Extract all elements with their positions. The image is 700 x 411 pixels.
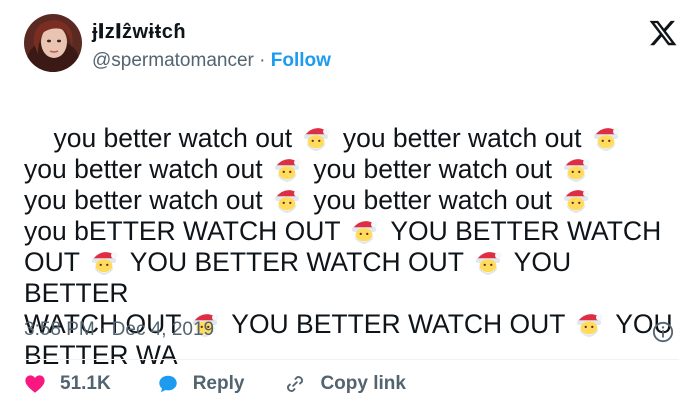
reply-button[interactable]: Reply [157,373,245,395]
santa-emoji-icon [91,252,118,276]
tweet-text: you better watch out you better watch ou… [24,92,680,402]
tweet-meta: 3:58 PM · Dec 4, 2019 [24,318,214,342]
tweet-segment: you bETTER WATCH OUT [24,216,341,246]
santa-emoji-icon [274,159,301,183]
tweet-segment: you better watch out [335,123,589,153]
tweet-time[interactable]: 3:58 PM [24,319,95,340]
heart-icon [25,375,45,393]
tweet-card: ɉ𝐈z𝐈ẑwɨŧcɦ @spermatomancer · Follow you … [0,0,700,411]
link-icon [287,376,304,392]
tweet-segment: you better watch out [24,185,263,215]
tweet-segment: you better watch out [306,185,560,215]
author-display-name[interactable]: ɉ𝐈z𝐈ẑwɨŧcɦ [92,19,186,45]
tweet-segment: you better watch out [53,123,300,153]
santa-emoji-icon [577,314,603,338]
avatar-image [24,14,82,72]
author-handle-row: @spermatomancer · Follow [92,49,331,73]
action-bar: 51.1K Reply Copy link [24,370,406,398]
santa-emoji-icon [475,252,502,276]
info-icon[interactable] [652,321,674,343]
tweet-segment: you better watch out [24,154,263,184]
santa-emoji-icon [274,190,301,214]
tweet-segment: you better watch out [306,154,560,184]
like-count: 51.1K [60,373,111,394]
copy-link-label: Copy link [320,373,406,394]
author-handle[interactable]: @spermatomancer [92,50,254,71]
reply-label: Reply [192,373,245,394]
santa-emoji-icon [352,221,379,245]
follow-button[interactable]: Follow [271,50,331,71]
santa-emoji-icon [593,128,620,152]
meta-separator: · [100,319,107,340]
divider [24,359,679,360]
santa-emoji-icon [564,159,590,183]
santa-emoji-icon [304,128,331,152]
copy-link-button[interactable]: Copy link [284,373,406,395]
tweet-date[interactable]: Dec 4, 2019 [112,319,214,340]
santa-emoji-icon [564,190,590,214]
like-button[interactable]: 51.1K [24,373,111,395]
handle-separator: · [259,50,266,71]
avatar[interactable] [24,14,82,72]
x-logo-icon[interactable] [648,18,678,48]
tweet-segment: YOU BETTER WATCH OUT [122,247,471,277]
tweet-segment: YOU BETTER WATCH OUT [224,309,573,339]
speech-bubble-icon [158,375,177,393]
